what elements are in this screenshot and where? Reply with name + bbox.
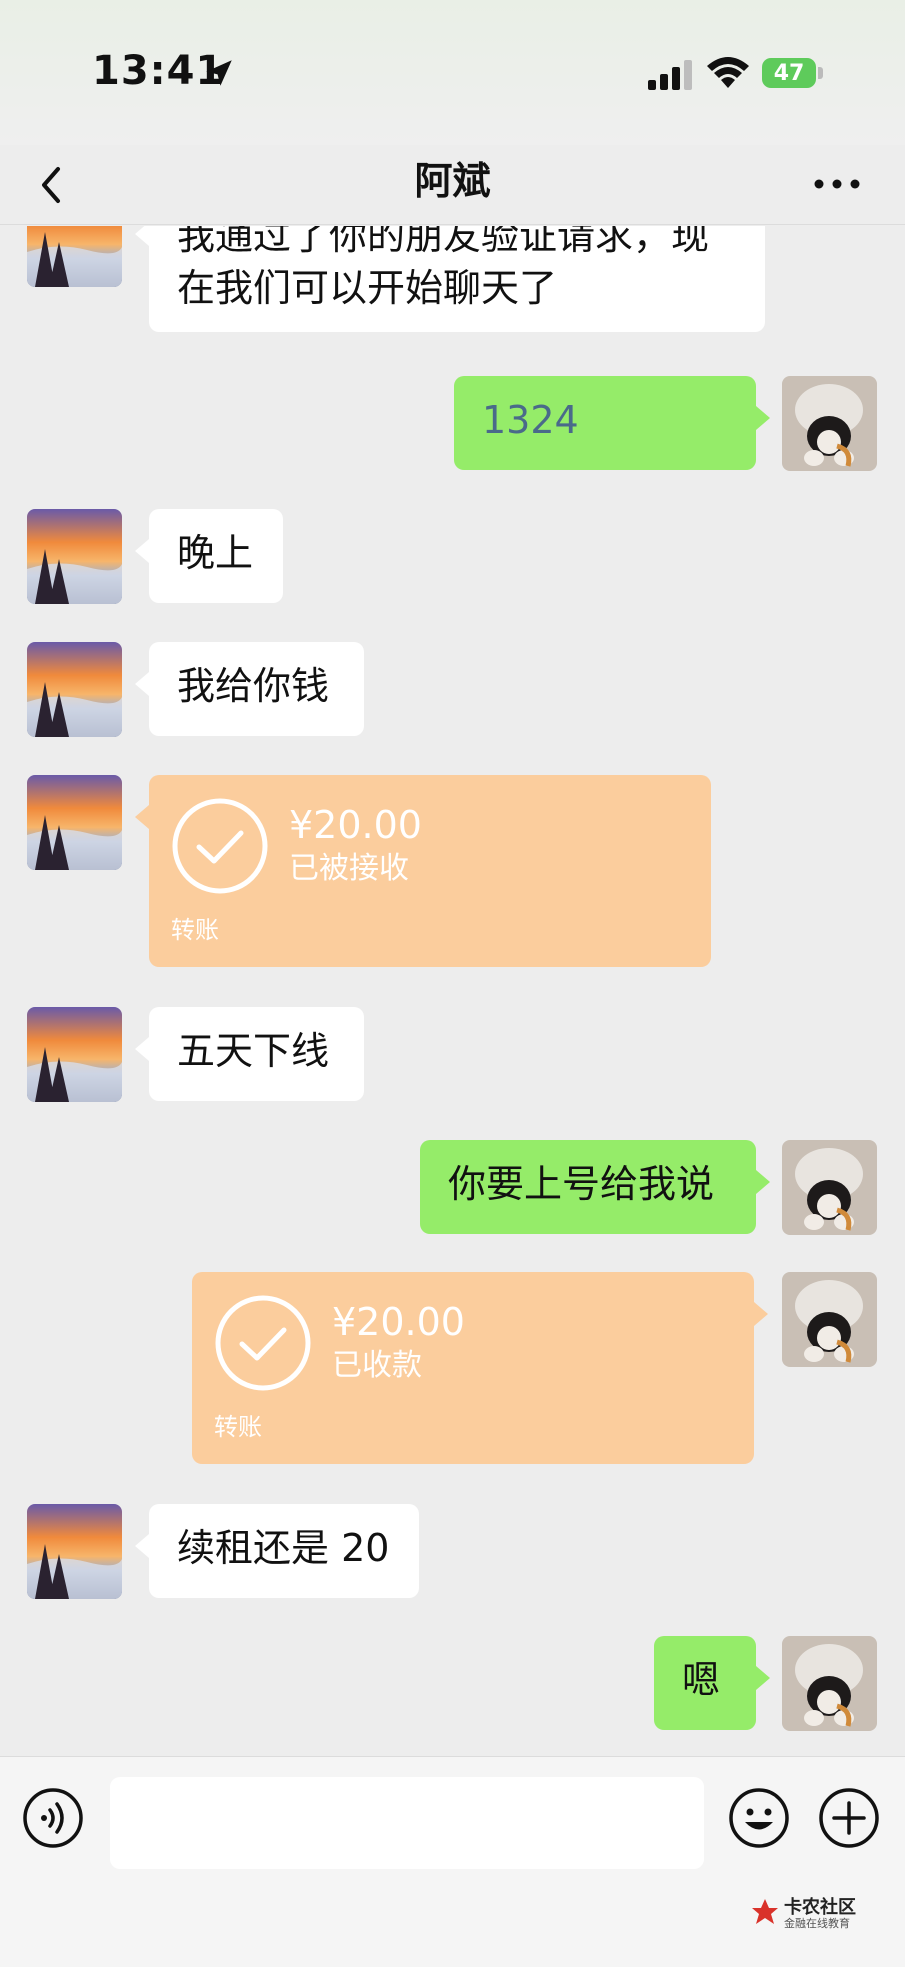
self-avatar[interactable] [782, 1140, 877, 1235]
message-bubble[interactable]: 晚上 [135, 509, 283, 603]
cellular-signal-icon [648, 60, 692, 90]
message-bubble[interactable]: 我给你钱 [135, 642, 364, 736]
message-bubble[interactable]: 1324 [454, 376, 770, 470]
chat-header: 阿斌 [0, 145, 905, 225]
check-circle-icon [172, 798, 268, 894]
contact-avatar[interactable] [27, 226, 122, 287]
transfer-label: 转账 [171, 916, 219, 944]
transfer-label: 转账 [214, 1413, 262, 1441]
location-arrow-icon [206, 60, 232, 86]
self-avatar[interactable] [782, 376, 877, 471]
transfer-status: 已被接收 [289, 851, 409, 886]
message-bubble[interactable]: 你要上号给我说 [420, 1140, 770, 1234]
chat-title: 阿斌 [414, 159, 491, 203]
contact-avatar[interactable] [27, 775, 122, 870]
battery-indicator: 47 [762, 58, 816, 88]
plus-more-icon[interactable] [818, 1787, 880, 1849]
watermark-subtitle: 金融在线教育 [784, 1917, 850, 1930]
transfer-amount: ¥20.00 [289, 803, 422, 847]
self-avatar[interactable] [782, 1636, 877, 1731]
transfer-amount: ¥20.00 [332, 1300, 465, 1344]
message-bubble[interactable]: 五天下线 [135, 1007, 364, 1101]
message-text-line: 我通过了你的朋友验证请求，现 [177, 226, 710, 258]
message-text-line: 在我们可以开始聊天了 [177, 266, 558, 310]
transfer-card[interactable]: ¥20.00 已收款 转账 [192, 1272, 768, 1464]
chat-message-list[interactable]: 我通过了你的朋友验证请求，现 在我们可以开始聊天了 1324 晚上 我给你钱 ¥… [0, 226, 905, 1756]
voice-input-icon[interactable] [22, 1787, 84, 1849]
watermark: 卡农社区 金融在线教育 [750, 1893, 890, 1933]
more-options-icon[interactable] [812, 169, 862, 199]
check-circle-icon [215, 1295, 311, 1391]
transfer-card[interactable]: ¥20.00 已被接收 转账 [135, 775, 711, 967]
status-bar: 13:41 47 [0, 0, 905, 145]
message-bubble[interactable]: 我通过了你的朋友验证请求，现 在我们可以开始聊天了 [135, 226, 765, 332]
emoji-icon[interactable] [728, 1787, 790, 1849]
contact-avatar[interactable] [27, 509, 122, 604]
battery-tip [818, 67, 823, 79]
contact-avatar[interactable] [27, 1007, 122, 1102]
transfer-status: 已收款 [332, 1348, 422, 1383]
message-input-bar: 卡农社区 金融在线教育 [0, 1756, 905, 1967]
contact-avatar[interactable] [27, 642, 122, 737]
wifi-icon [707, 57, 749, 88]
contact-avatar[interactable] [27, 1504, 122, 1599]
message-bubble[interactable]: 续租还是 20 [135, 1504, 419, 1598]
message-bubble[interactable]: 嗯 [654, 1636, 770, 1730]
watermark-logo-icon [752, 1899, 778, 1924]
self-avatar[interactable] [782, 1272, 877, 1367]
message-text-input[interactable] [110, 1777, 704, 1869]
